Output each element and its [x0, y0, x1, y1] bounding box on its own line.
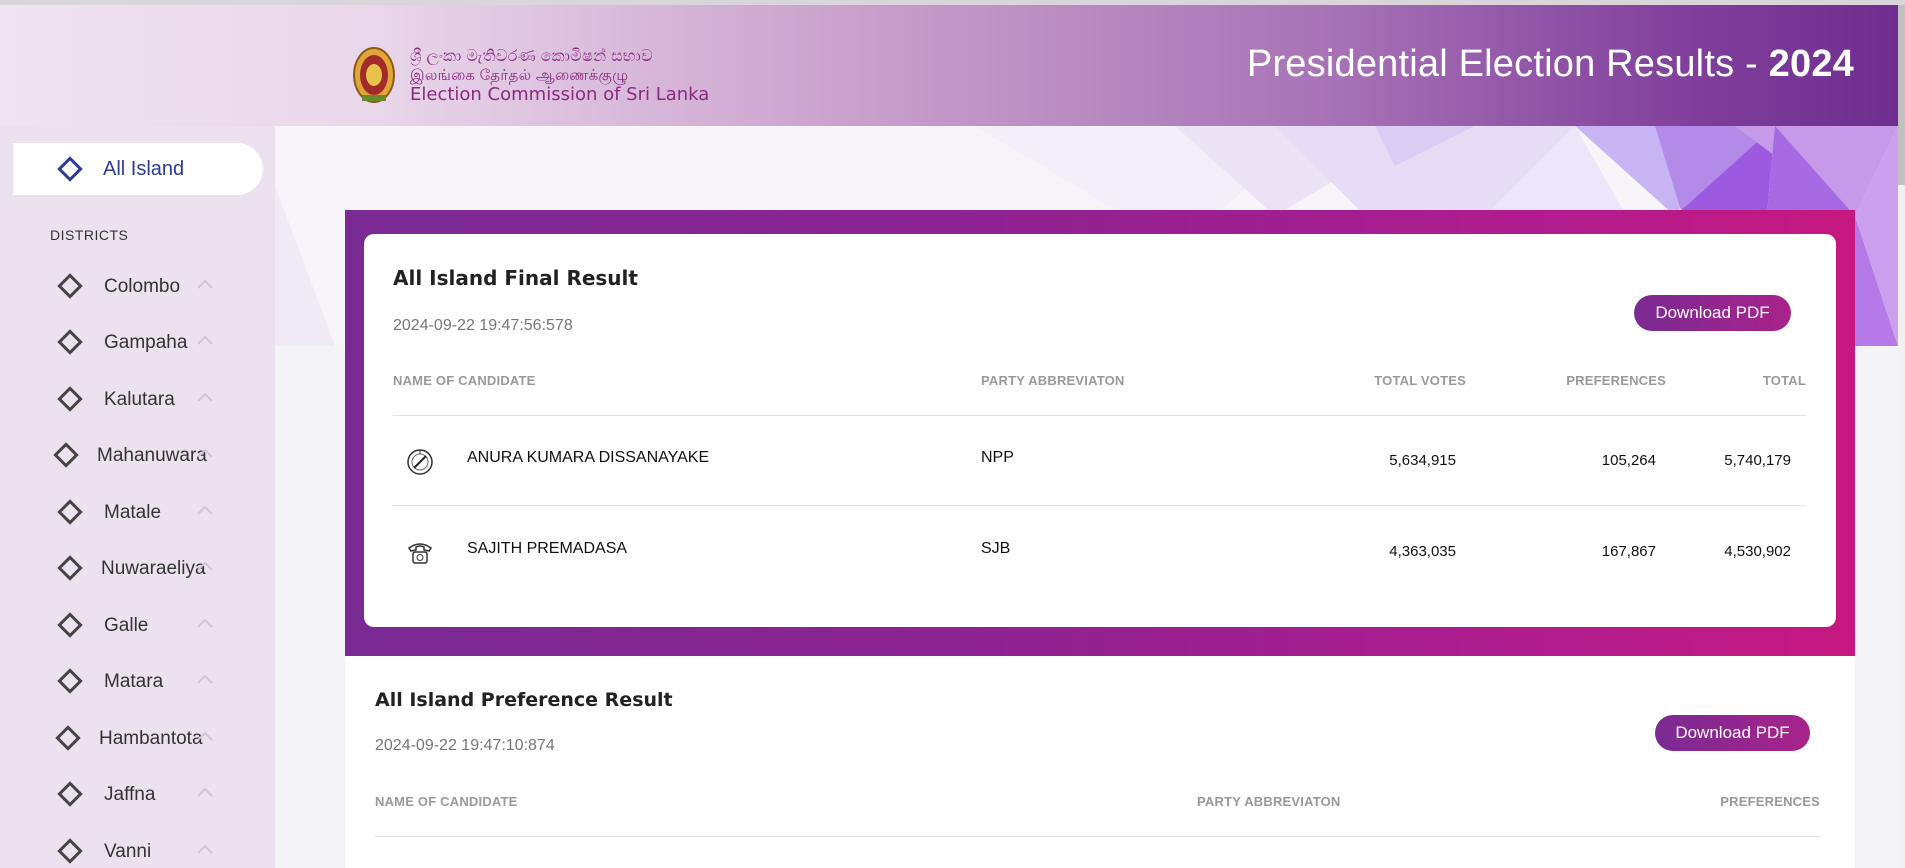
- final-result-title: All Island Final Result: [393, 266, 638, 290]
- chevron-up-icon: [197, 561, 213, 571]
- diamond-icon: [55, 725, 81, 751]
- sidebar-item-label: Mahanuwara: [97, 445, 207, 466]
- sidebar-item-label: Matara: [104, 671, 164, 692]
- sidebar-item-label: Galle: [104, 615, 149, 636]
- diamond-icon: [57, 273, 83, 299]
- telephone-symbol-icon: [407, 543, 433, 564]
- chevron-up-icon: [197, 392, 213, 402]
- main-content: All Island Final Result 2024-09-22 19:47…: [275, 126, 1898, 868]
- sidebar-item-nuwaraeliya[interactable]: Nuwaraeliya: [0, 548, 275, 588]
- sidebar-item-label: Matale: [104, 502, 162, 523]
- emblem-logo-icon: [353, 47, 395, 103]
- chevron-up-icon: [197, 618, 213, 628]
- diamond-icon: [57, 156, 83, 182]
- site-header: ශ්‍රී ලංකා මැතිවරණ කොමිෂන් සභාව இலங்கை த…: [0, 5, 1898, 126]
- organization-name: ශ්‍රී ලංකා මැතිවරණ කොමිෂන් සභාව இலங்கை த…: [410, 47, 710, 105]
- column-header-candidate: NAME OF CANDIDATE: [393, 373, 536, 388]
- diamond-icon: [57, 838, 83, 864]
- sidebar-item-vanni[interactable]: Vanni: [0, 831, 275, 868]
- diamond-icon: [57, 329, 83, 355]
- final-result-panel: All Island Final Result 2024-09-22 19:47…: [345, 210, 1855, 656]
- table-divider: [375, 836, 1820, 837]
- logo-sinhala-text: ශ්‍රී ලංකා මැතිවරණ කොමිෂන් සභාව: [410, 48, 653, 65]
- column-header-party: PARTY ABBREVIATON: [981, 373, 1125, 388]
- preferences-value: 167,867: [1601, 543, 1656, 560]
- scrollbar-thumb[interactable]: [1898, 5, 1905, 185]
- candidate-name: ANURA KUMARA DISSANAYAKE: [467, 449, 710, 466]
- total-value: 4,530,902: [1724, 543, 1791, 560]
- final-result-timestamp: 2024-09-22 19:47:56:578: [393, 317, 573, 334]
- sidebar-item-label: Vanni: [104, 841, 152, 862]
- column-header-preferences: PREFERENCES: [1720, 794, 1820, 809]
- sidebar-item-colombo[interactable]: Colombo: [0, 266, 275, 306]
- chevron-up-icon: [197, 279, 213, 289]
- sidebar-item-label: Colombo: [104, 276, 181, 297]
- sidebar-item-label: Gampaha: [104, 332, 188, 353]
- column-header-preferences: PREFERENCES: [1566, 373, 1666, 388]
- sidebar-item-matara[interactable]: Matara: [0, 661, 275, 701]
- sidebar-item-matale[interactable]: Matale: [0, 492, 275, 532]
- download-pdf-button[interactable]: Download PDF: [1634, 295, 1791, 331]
- final-result-card: All Island Final Result 2024-09-22 19:47…: [364, 234, 1836, 627]
- diamond-icon: [57, 668, 83, 694]
- preference-result-title: All Island Preference Result: [375, 689, 673, 711]
- column-header-candidate: NAME OF CANDIDATE: [375, 794, 518, 809]
- chevron-up-icon: [197, 448, 213, 458]
- sidebar-item-gampaha[interactable]: Gampaha: [0, 322, 275, 362]
- sidebar-item-label: All Island: [103, 157, 185, 180]
- chevron-up-icon: [197, 335, 213, 345]
- table-divider: [393, 505, 1806, 506]
- preferences-value: 105,264: [1601, 452, 1656, 469]
- preference-result-timestamp: 2024-09-22 19:47:10:874: [375, 737, 555, 754]
- sidebar-item-hambantota[interactable]: Hambantota: [0, 718, 275, 758]
- diamond-icon: [53, 442, 79, 468]
- column-header-total-votes: TOTAL VOTES: [1374, 373, 1466, 388]
- column-header-party: PARTY ABBREVIATON: [1197, 794, 1341, 809]
- sidebar-item-label: Hambantota: [99, 728, 203, 749]
- chevron-up-icon: [197, 731, 213, 741]
- sidebar: All Island DISTRICTS Colombo Gampaha Kal…: [0, 126, 275, 868]
- diamond-icon: [57, 781, 83, 807]
- candidate-name: SAJITH PREMADASA: [467, 540, 628, 557]
- total-votes-value: 5,634,915: [1389, 452, 1456, 469]
- chevron-up-icon: [197, 505, 213, 515]
- diamond-icon: [57, 499, 83, 525]
- page-title-year: 2024: [1768, 43, 1854, 85]
- table-divider: [393, 415, 1806, 416]
- sidebar-item-label: Nuwaraeliya: [101, 558, 206, 579]
- download-pdf-button[interactable]: Download PDF: [1655, 715, 1810, 751]
- sidebar-item-jaffna[interactable]: Jaffna: [0, 774, 275, 814]
- sidebar-item-galle[interactable]: Galle: [0, 605, 275, 645]
- chevron-up-icon: [197, 787, 213, 797]
- diamond-icon: [57, 612, 83, 638]
- sidebar-item-kalutara[interactable]: Kalutara: [0, 379, 275, 419]
- diamond-icon: [57, 386, 83, 412]
- page-title: Presidential Election Results - 2024: [1247, 43, 1854, 86]
- logo-english-text: Election Commission of Sri Lanka: [410, 84, 710, 105]
- column-header-total: TOTAL: [1762, 373, 1806, 388]
- districts-heading: DISTRICTS: [50, 227, 129, 243]
- sidebar-item-label: Jaffna: [104, 784, 156, 805]
- diamond-icon: [57, 555, 83, 581]
- sidebar-item-mahanuwara[interactable]: Mahanuwara: [0, 435, 275, 475]
- logo-tamil-text: இலங்கை தேர்தல் ஆணைக்குழு: [410, 67, 629, 84]
- party-abbreviation: SJB: [981, 540, 1011, 557]
- sidebar-item-label: Kalutara: [104, 389, 175, 410]
- total-value: 5,740,179: [1724, 452, 1791, 469]
- party-abbreviation: NPP: [981, 449, 1014, 466]
- preference-result-section: All Island Preference Result 2024-09-22 …: [345, 656, 1855, 868]
- compass-symbol-icon: [407, 449, 433, 475]
- chevron-up-icon: [197, 844, 213, 854]
- total-votes-value: 4,363,035: [1389, 543, 1456, 560]
- chevron-up-icon: [197, 674, 213, 684]
- page-title-text: Presidential Election Results -: [1246, 43, 1769, 85]
- sidebar-item-all-island[interactable]: All Island: [13, 143, 263, 195]
